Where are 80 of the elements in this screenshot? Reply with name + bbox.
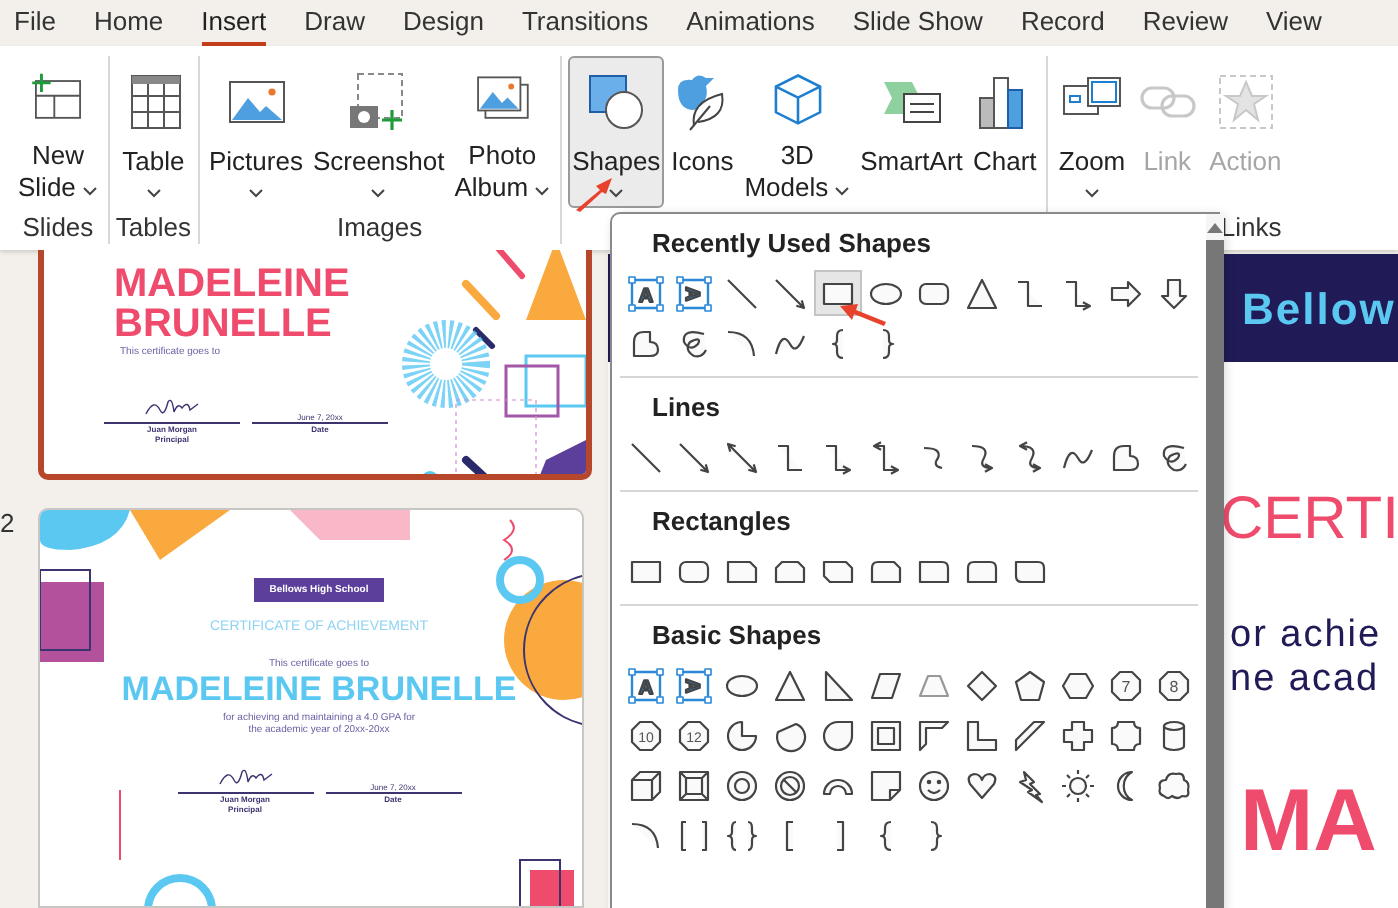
caret-icon [81, 186, 98, 197]
left-brace-icon [877, 819, 895, 851]
bevel-icon [674, 765, 714, 805]
smiley-icon [914, 765, 954, 805]
school-name-heading: Bellow [1242, 281, 1396, 337]
menu-tab[interactable]: Animations [686, 6, 815, 46]
section-heading: Rectangles [652, 506, 791, 538]
menu-tab[interactable]: View [1265, 6, 1322, 46]
caret-icon [834, 186, 851, 197]
arrow-line-icon [770, 273, 810, 313]
l-shape-icon [962, 715, 1002, 755]
line-icon [722, 273, 762, 313]
brace-pair-icon [722, 815, 762, 855]
recipient-name: MADELEINE BRUNELLE [121, 670, 517, 708]
achievement-text: or achie [1230, 614, 1382, 658]
menu-tab[interactable]: Home [93, 6, 164, 46]
left-bracket-icon [781, 819, 799, 851]
donut-icon [722, 765, 762, 805]
ribbon-button[interactable]: Screenshot [308, 56, 449, 208]
sun-icon [1058, 765, 1098, 805]
diamond-icon [962, 665, 1002, 705]
left-brace-icon [829, 327, 847, 359]
right-brace-icon [877, 327, 895, 359]
cube-icon [626, 765, 666, 805]
caret-icon [247, 188, 264, 199]
pointer-arrow [574, 176, 614, 212]
half-frame-icon [914, 715, 954, 755]
menu-tab[interactable]: Slide Show [852, 6, 983, 46]
achievement-text: ne acad [1230, 658, 1380, 702]
group-label: Tables [115, 212, 191, 242]
ribbon-button[interactable]: 3D Models [740, 56, 855, 208]
no-symbol-icon [770, 765, 810, 805]
caret-icon [1084, 188, 1101, 199]
line-icon [626, 437, 666, 477]
section-heading: Basic Shapes [652, 620, 822, 652]
pie-icon [722, 715, 762, 755]
ribbon-button[interactable]: Table [117, 56, 190, 208]
menu-tab[interactable]: Record [1020, 6, 1105, 46]
slide-number: 2 [0, 508, 17, 540]
triangle-icon [962, 273, 1002, 313]
arrow-line-icon [674, 437, 714, 477]
ribbon-button[interactable]: Chart [968, 56, 1041, 208]
recipient-name: BRUNELLE [114, 304, 332, 344]
menu-tab[interactable]: File [14, 6, 56, 46]
triangle-icon [770, 665, 810, 705]
menu-tab[interactable]: Review [1142, 6, 1228, 46]
ribbon-button[interactable]: Pictures [205, 56, 307, 208]
certificate-title: CERTI [1220, 486, 1398, 554]
caret-icon [608, 188, 625, 199]
ribbon-button[interactable]: SmartArt [856, 56, 967, 208]
pointer-arrow [840, 304, 888, 328]
shapes-icon [584, 70, 649, 134]
cross-icon [1058, 715, 1098, 755]
shape-button[interactable] [814, 270, 862, 316]
right-brace-icon [925, 819, 943, 851]
ribbon-button[interactable]: Photo Album [450, 56, 555, 208]
group-label: Images [336, 212, 423, 242]
menu-tab[interactable]: Draw [304, 6, 365, 46]
scroll-up-icon[interactable] [1206, 222, 1224, 234]
section-heading: Lines [652, 392, 720, 424]
ribbon-button[interactable]: Shapes [568, 56, 665, 208]
ribbon-button[interactable]: Icons [666, 56, 739, 208]
folded-corner-icon [866, 765, 906, 805]
recipient-name: MADELEINE [114, 264, 350, 304]
caret-icon [145, 188, 162, 199]
teardrop-icon [818, 715, 858, 755]
menu-tab[interactable]: Transitions [521, 6, 649, 46]
frame-icon [866, 715, 906, 755]
caret-icon [534, 186, 551, 197]
double-arrow-icon [722, 437, 762, 477]
recipient-name: MA [1240, 778, 1377, 866]
pentagon-icon [1010, 665, 1050, 705]
diagonal-stripe-icon [1010, 715, 1050, 755]
group-label: Slides [22, 212, 94, 242]
caret-icon [370, 188, 387, 199]
ribbon-button[interactable]: Zoom [1054, 56, 1130, 208]
menu-tab[interactable]: Design [403, 6, 484, 46]
ribbon-button[interactable]: New Slide [14, 56, 102, 208]
section-heading: Recently Used Shapes [652, 228, 931, 260]
plaque-icon [1106, 715, 1146, 755]
